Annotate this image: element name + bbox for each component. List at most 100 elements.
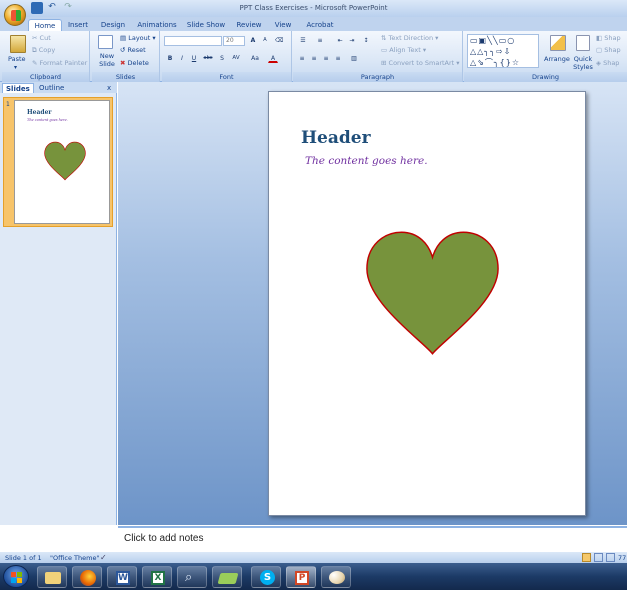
taskbar-excel[interactable]: X bbox=[142, 566, 172, 588]
taskbar-firefox[interactable] bbox=[72, 566, 102, 588]
tab-slides[interactable]: Slides bbox=[2, 83, 34, 93]
tab-review[interactable]: Review bbox=[234, 19, 264, 31]
shadow-button[interactable]: S bbox=[217, 54, 227, 63]
spellcheck-icon[interactable]: ✓ bbox=[100, 553, 107, 562]
grow-font-button[interactable]: A bbox=[248, 36, 258, 45]
paste-button[interactable]: Paste bbox=[8, 55, 26, 63]
delete-button[interactable]: ✖ Delete bbox=[120, 59, 149, 67]
shrink-font-button[interactable]: A bbox=[260, 36, 270, 45]
paste-icon bbox=[10, 35, 26, 53]
zoom-level[interactable]: 77 bbox=[618, 554, 626, 562]
new-slide-icon bbox=[98, 35, 113, 49]
font-color-button[interactable]: A bbox=[268, 54, 278, 63]
tab-view[interactable]: View bbox=[270, 19, 296, 31]
font-size-combo[interactable]: 20 bbox=[223, 36, 245, 46]
slide-thumbnail[interactable]: Header The content goes here. bbox=[14, 100, 110, 224]
tab-design[interactable]: Design bbox=[98, 19, 128, 31]
normal-view-icon[interactable] bbox=[582, 553, 591, 562]
save-icon[interactable] bbox=[31, 2, 43, 14]
line-spacing-icon[interactable]: ↕ bbox=[361, 36, 371, 45]
new-slide-button[interactable]: New Slide bbox=[96, 52, 118, 68]
character-spacing-button[interactable]: AV bbox=[229, 54, 243, 63]
undo-icon[interactable]: ↶ bbox=[46, 2, 58, 14]
taskbar-word[interactable]: W bbox=[107, 566, 137, 588]
text-direction-button[interactable]: ⇅ Text Direction ▾ bbox=[381, 34, 438, 42]
slides-label: Slides bbox=[92, 72, 159, 82]
shape-outline-button[interactable]: ▢ Shap bbox=[596, 46, 621, 54]
format-painter-label: Format Painter bbox=[39, 59, 88, 67]
cut-button[interactable]: ✂ Cut bbox=[32, 34, 51, 42]
clipboard-group: Paste ▾ ✂ Cut ⧉ Copy ✎ Format Painter Cl… bbox=[2, 31, 90, 82]
tab-outline[interactable]: Outline bbox=[36, 83, 67, 93]
slides-group: New Slide ▤ Layout ▾ ↺ Reset ✖ Delete Sl… bbox=[92, 31, 160, 82]
taskbar-folder-app[interactable] bbox=[212, 566, 242, 588]
windows-taskbar: W X ⌕ S P bbox=[0, 563, 627, 590]
reset-button[interactable]: ↺ Reset bbox=[120, 46, 146, 54]
shapes-gallery[interactable]: ▭▣╲╲▭○ △△╮╮⇨⇩ △⇘⌒╮{}☆ bbox=[467, 34, 539, 68]
tab-acrobat[interactable]: Acrobat bbox=[302, 19, 338, 31]
underline-button[interactable]: U bbox=[189, 54, 199, 63]
align-text-button[interactable]: ▭ Align Text ▾ bbox=[381, 46, 426, 54]
strikethrough-button[interactable]: abc bbox=[201, 54, 215, 63]
tab-insert[interactable]: Insert bbox=[64, 19, 92, 31]
convert-smartart-button[interactable]: ⊞ Convert to SmartArt ▾ bbox=[381, 59, 460, 67]
justify-icon[interactable]: ≡ bbox=[333, 54, 343, 63]
taskbar-explorer[interactable] bbox=[37, 566, 67, 588]
redo-icon[interactable]: ↷ bbox=[62, 2, 74, 14]
font-group: 20 A A ⌫ B I U abc S AV Aa A Font bbox=[162, 31, 292, 82]
font-label: Font bbox=[162, 72, 291, 82]
window-title: PPT Class Exercises - Microsoft PowerPoi… bbox=[239, 4, 388, 12]
taskbar-powerpoint[interactable]: P bbox=[286, 566, 316, 588]
bullets-icon[interactable]: ☰ bbox=[296, 36, 310, 45]
layout-button[interactable]: ▤ Layout ▾ bbox=[120, 34, 156, 42]
slide-sorter-icon[interactable] bbox=[594, 553, 603, 562]
ribbon-tabs: Home Insert Design Animations Slide Show… bbox=[0, 17, 627, 31]
book-icon bbox=[217, 573, 239, 584]
shape-outline-icon: ▢ bbox=[596, 46, 603, 54]
tab-home[interactable]: Home bbox=[28, 19, 62, 31]
start-button[interactable] bbox=[3, 565, 29, 588]
slide-count: Slide 1 of 1 bbox=[5, 554, 42, 562]
slide-show-view-icon[interactable] bbox=[606, 553, 615, 562]
increase-indent-icon[interactable]: ⇥ bbox=[347, 36, 357, 45]
change-case-button[interactable]: Aa bbox=[248, 54, 262, 63]
theme-name: "Office Theme" bbox=[50, 554, 100, 562]
align-left-icon[interactable]: ≡ bbox=[297, 54, 307, 63]
arrange-button[interactable]: Arrange bbox=[544, 55, 570, 63]
taskbar-skype[interactable]: S bbox=[251, 566, 281, 588]
align-right-icon[interactable]: ≡ bbox=[321, 54, 331, 63]
delete-icon: ✖ bbox=[120, 59, 126, 67]
font-name-combo[interactable] bbox=[164, 36, 222, 46]
slide-content[interactable]: The content goes here. bbox=[305, 155, 428, 167]
format-painter-button[interactable]: ✎ Format Painter bbox=[32, 59, 87, 67]
bold-button[interactable]: B bbox=[165, 54, 175, 63]
office-button[interactable] bbox=[4, 4, 26, 26]
quick-styles-button[interactable]: Quick Styles bbox=[572, 55, 594, 71]
thumb-heart-shape bbox=[44, 141, 86, 181]
paste-dropdown-icon[interactable]: ▾ bbox=[14, 64, 17, 71]
close-pane-icon[interactable]: x bbox=[104, 83, 114, 93]
shape-fill-button[interactable]: ◧ Shap bbox=[596, 34, 621, 42]
decrease-indent-icon[interactable]: ⇤ bbox=[335, 36, 345, 45]
heart-shape[interactable] bbox=[365, 230, 500, 356]
slide-header[interactable]: Header bbox=[301, 128, 371, 148]
notes-pane[interactable]: Click to add notes bbox=[118, 526, 627, 552]
tab-slide-show[interactable]: Slide Show bbox=[184, 19, 228, 31]
clear-formatting-icon[interactable]: ⌫ bbox=[274, 36, 284, 45]
taskbar-search[interactable]: ⌕ bbox=[177, 566, 207, 588]
convert-smartart-label: Convert to SmartArt bbox=[388, 59, 455, 67]
columns-icon[interactable]: ▥ bbox=[349, 54, 359, 63]
copy-button[interactable]: ⧉ Copy bbox=[32, 46, 55, 55]
shape-fill-icon: ◧ bbox=[596, 34, 603, 42]
numbering-icon[interactable]: ≡ bbox=[313, 36, 327, 45]
tab-animations[interactable]: Animations bbox=[136, 19, 178, 31]
shape-effects-icon: ◈ bbox=[596, 59, 601, 67]
smartart-icon: ⊞ bbox=[381, 59, 387, 67]
shape-effects-button[interactable]: ◈ Shap bbox=[596, 59, 619, 67]
status-bar: Slide 1 of 1 "Office Theme" ✓ 77 bbox=[0, 552, 627, 563]
italic-button[interactable]: I bbox=[177, 54, 187, 63]
layout-label: Layout bbox=[128, 34, 151, 42]
slide-canvas[interactable]: Header The content goes here. bbox=[268, 91, 586, 516]
taskbar-paint[interactable] bbox=[321, 566, 351, 588]
align-center-icon[interactable]: ≡ bbox=[309, 54, 319, 63]
